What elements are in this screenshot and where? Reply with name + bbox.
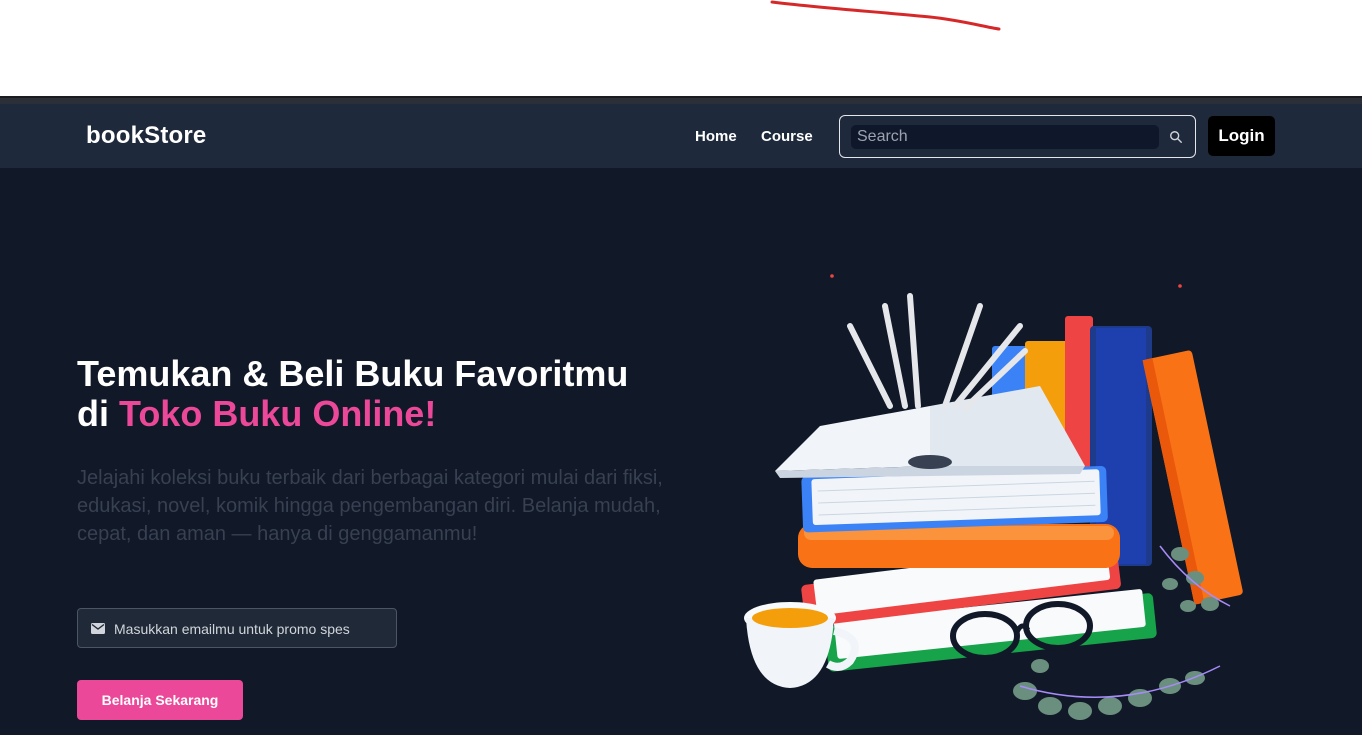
login-button[interactable]: Login [1208,116,1275,156]
books-illustration [744,274,1243,720]
hero-title-accent: Toko Buku Online! [119,393,437,434]
hero-title: Temukan & Beli Buku Favoritmu di Toko Bu… [77,354,717,434]
hero-section: Temukan & Beli Buku Favoritmu di Toko Bu… [0,168,1362,735]
brand-logo[interactable]: bookStore [86,122,206,150]
hero-title-prefix: di [77,393,119,434]
window-divider [0,96,1362,104]
hero-description: Jelajahi koleksi buku terbaik dari berba… [77,467,663,545]
blank-top-area [0,0,1362,96]
hero-title-line1: Temukan & Beli Buku Favoritmu [77,353,629,394]
navbar: bookStore Home Course Login [0,104,1362,168]
red-pen-stroke [770,0,1001,31]
envelope-icon [91,623,105,634]
email-field[interactable] [114,617,389,641]
shop-now-button[interactable]: Belanja Sekarang [77,680,243,720]
search-icon[interactable] [1169,130,1183,144]
nav-link-home[interactable]: Home [695,128,737,145]
search-input[interactable] [851,125,1159,149]
nav-link-course[interactable]: Course [761,128,813,145]
email-field-wrapper [77,608,397,648]
search-box [839,115,1196,158]
